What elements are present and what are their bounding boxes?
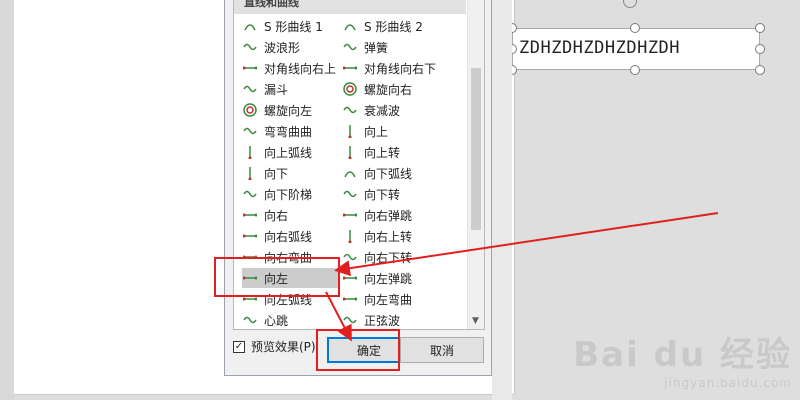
- arrow-to-left-item: [334, 212, 719, 277]
- watermark-url: jingyan.baidu.com: [664, 376, 792, 390]
- watermark-brand: Bai du 经验: [573, 335, 792, 375]
- watermark: Bai du 经验 jingyan.baidu.com: [573, 327, 792, 390]
- arrow-to-ok-button: [325, 291, 352, 342]
